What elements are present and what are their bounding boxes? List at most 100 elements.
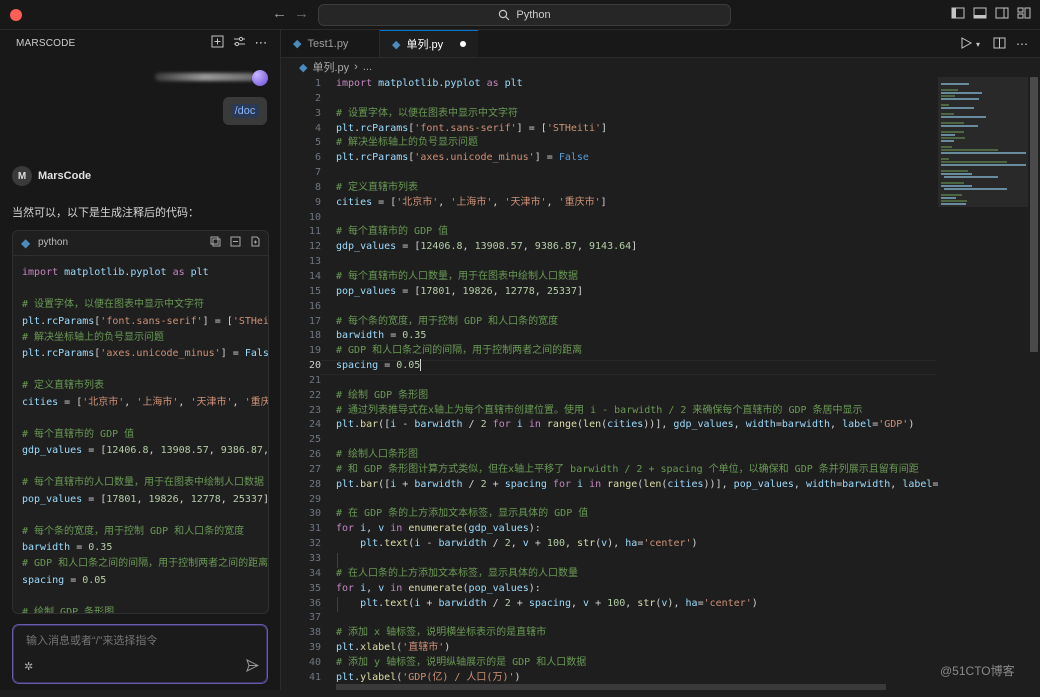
marscode-sidebar: MARSCODE ⋯ /doc M MarsCode 当然可以，以下是生成注释后… bbox=[0, 30, 281, 690]
code-line[interactable] bbox=[336, 92, 938, 107]
code-card-line: # 设置字体，以便在图表中显示中文字符 bbox=[22, 299, 205, 311]
editor-more-icon[interactable]: ⋯ bbox=[1016, 37, 1028, 51]
new-chat-icon[interactable] bbox=[209, 35, 225, 51]
close-window-button[interactable] bbox=[10, 9, 22, 21]
code-line[interactable] bbox=[336, 493, 938, 508]
insert-code-icon[interactable] bbox=[229, 236, 241, 248]
toggle-secondary-sidebar-icon[interactable] bbox=[994, 6, 1010, 22]
code-line[interactable] bbox=[336, 255, 938, 270]
code-line[interactable]: # 添加 x 轴标签，说明横坐标表示的是直辖市 bbox=[336, 626, 938, 641]
code-line[interactable]: barwidth = 0.35 bbox=[336, 329, 938, 344]
send-icon[interactable] bbox=[246, 658, 260, 675]
minimap-line bbox=[941, 200, 968, 202]
scrollbar-thumb[interactable] bbox=[1030, 77, 1038, 352]
code-line[interactable]: pop_values = [17801, 19826, 12778, 25337… bbox=[336, 285, 938, 300]
code-line[interactable]: # 通过列表推导式在x轴上为每个直辖市创建位置。使用 i - barwidth … bbox=[336, 404, 938, 419]
breadcrumb-file[interactable]: 单列.py bbox=[312, 59, 349, 75]
code-line[interactable]: plt.text(i - barwidth / 2, v + 100, str(… bbox=[336, 537, 938, 552]
tab-active-file[interactable]: ◆ 单列.py bbox=[380, 30, 478, 57]
line-number: 39 bbox=[308, 642, 321, 654]
code-line[interactable]: # 定义直辖市列表 bbox=[336, 181, 938, 196]
settings-sliders-icon[interactable] bbox=[231, 35, 247, 51]
code-line[interactable]: import matplotlib.pyplot as plt bbox=[336, 77, 938, 92]
code-line[interactable]: plt.rcParams['axes.unicode_minus'] = Fal… bbox=[336, 151, 938, 166]
tab-test1[interactable]: ◆ Test1.py bbox=[281, 30, 380, 57]
line-number: 35 bbox=[308, 582, 321, 594]
copy-icon[interactable] bbox=[209, 236, 221, 248]
line-number: 33 bbox=[308, 553, 321, 564]
code-line[interactable]: spacing = 0.05 bbox=[336, 359, 938, 374]
line-number: 3 bbox=[314, 107, 321, 119]
code-line[interactable]: # 在 GDP 条的上方添加文本标签，显示具体的 GDP 值 bbox=[336, 507, 938, 522]
unsaved-dot-icon[interactable] bbox=[460, 41, 466, 47]
code-card-line: import matplotlib.pyplot as plt bbox=[22, 267, 209, 278]
line-number: 23 bbox=[308, 404, 321, 416]
code-line[interactable]: for i, v in enumerate(gdp_values): bbox=[336, 522, 938, 537]
line-number: 8 bbox=[314, 181, 321, 193]
code-editor[interactable]: import matplotlib.pyplot as plt # 设置字体，以便… bbox=[336, 77, 938, 686]
line-number: 5 bbox=[314, 137, 321, 149]
line-number: 29 bbox=[308, 493, 321, 505]
line-number-gutter: 1 2 3 4 5 6 7 8 9 10 11 12 13 14 15 16 17 18 19 20 21 22 23 24 2… bbox=[281, 77, 321, 686]
apply-to-file-icon[interactable] bbox=[249, 236, 261, 248]
back-arrow-icon[interactable]: ← bbox=[272, 5, 287, 22]
more-actions-icon[interactable]: ⋯ bbox=[253, 35, 269, 51]
command-center-search[interactable]: Python bbox=[318, 4, 731, 26]
chat-input-box[interactable]: ✲ bbox=[12, 624, 268, 684]
code-line[interactable]: # 绘制人口条形图 bbox=[336, 448, 938, 463]
horizontal-scrollbar[interactable] bbox=[336, 684, 886, 690]
forward-arrow-icon[interactable]: → bbox=[294, 5, 309, 22]
code-line[interactable]: plt.bar([i + barwidth / 2 + spacing for … bbox=[336, 478, 938, 493]
code-line[interactable]: # 设置字体，以便在图表中显示中文字符 bbox=[336, 107, 938, 122]
code-line[interactable]: # 每个条的宽度，用于控制 GDP 和人口条的宽度 bbox=[336, 315, 938, 330]
minimap-line bbox=[941, 140, 954, 142]
code-line[interactable]: # GDP 和人口条之间的间隔，用于控制两者之间的距离 bbox=[336, 344, 938, 359]
code-line[interactable]: plt.xlabel('直辖市') bbox=[336, 641, 938, 656]
line-number: 24 bbox=[308, 419, 321, 431]
code-line[interactable]: gdp_values = [12406.8, 13908.57, 9386.87… bbox=[336, 240, 938, 255]
tab-label: Test1.py bbox=[307, 37, 349, 50]
minimap-line bbox=[941, 107, 975, 109]
code-line[interactable]: # 在人口条的上方添加文本标签，显示具体的人口数量 bbox=[336, 567, 938, 582]
breadcrumb-symbol[interactable]: ... bbox=[363, 61, 372, 73]
code-line[interactable]: # 每个直辖市的 GDP 值 bbox=[336, 225, 938, 240]
line-number: 10 bbox=[308, 211, 321, 223]
vertical-scrollbar[interactable] bbox=[1028, 77, 1038, 697]
code-line[interactable]: # 每个直辖市的人口数量，用于在图表中绘制人口数据 bbox=[336, 270, 938, 285]
indent-guide bbox=[337, 553, 338, 568]
code-line[interactable]: # 和 GDP 条形图计算方式类似，但在x轴上平移了 barwidth / 2 … bbox=[336, 463, 938, 478]
toggle-panel-icon[interactable] bbox=[972, 6, 988, 22]
code-line[interactable] bbox=[336, 300, 938, 315]
code-line[interactable] bbox=[336, 166, 938, 181]
code-line[interactable] bbox=[336, 552, 938, 567]
minimap-line bbox=[941, 104, 950, 106]
code-line[interactable]: cities = ['北京市', '上海市', '天津市', '重庆市'] bbox=[336, 196, 938, 211]
code-line[interactable] bbox=[336, 611, 938, 626]
code-card-line: # 每个条的宽度，用于控制 GDP 和人口条的宽度 bbox=[22, 526, 245, 537]
line-number: 7 bbox=[314, 167, 321, 179]
sparkle-icon[interactable]: ✲ bbox=[24, 660, 33, 673]
code-line[interactable]: # 解决坐标轴上的负号显示问题 bbox=[336, 136, 938, 151]
split-editor-icon[interactable] bbox=[993, 37, 1006, 52]
line-number: 14 bbox=[308, 270, 321, 282]
code-line[interactable] bbox=[336, 374, 938, 389]
code-line[interactable]: for i, v in enumerate(pop_values): bbox=[336, 582, 938, 597]
code-line[interactable] bbox=[336, 211, 938, 226]
run-options-chevron-icon[interactable]: ▾ bbox=[976, 40, 980, 49]
run-icon[interactable] bbox=[961, 37, 973, 52]
minimap-line bbox=[941, 95, 955, 97]
toggle-primary-sidebar-icon[interactable] bbox=[950, 6, 966, 22]
code-line[interactable]: # 绘制 GDP 条形图 bbox=[336, 389, 938, 404]
code-card-line: plt.rcParams['axes.unicode_minus'] = Fal… bbox=[22, 347, 269, 359]
chat-input-field[interactable] bbox=[24, 634, 248, 648]
line-number: 15 bbox=[308, 285, 321, 297]
minimap-line bbox=[941, 170, 968, 172]
line-number: 2 bbox=[314, 92, 321, 104]
code-line[interactable]: # 添加 y 轴标签，说明纵轴展示的是 GDP 和人口数据 bbox=[336, 656, 938, 671]
customize-layout-icon[interactable] bbox=[1016, 6, 1032, 22]
minimap[interactable] bbox=[938, 77, 1028, 697]
code-line[interactable]: plt.rcParams['font.sans-serif'] = ['STHe… bbox=[336, 122, 938, 137]
code-line[interactable]: plt.bar([i - barwidth / 2 for i in range… bbox=[336, 418, 938, 433]
code-line[interactable] bbox=[336, 433, 938, 448]
code-line[interactable]: plt.text(i + barwidth / 2 + spacing, v +… bbox=[336, 597, 938, 612]
